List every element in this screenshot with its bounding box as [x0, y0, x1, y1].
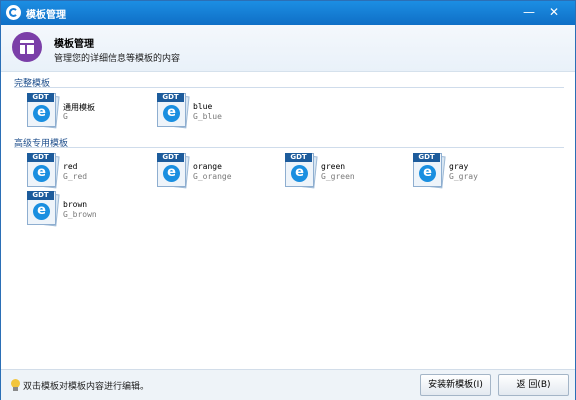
window-title: 模板管理 — [26, 10, 66, 21]
lightbulb-icon — [11, 379, 20, 391]
footer-bar: 双击模板对模板内容进行编辑。 安装新模板(I) 返 回(B) — [1, 369, 575, 400]
gdt-template-icon: GDT e — [25, 153, 60, 189]
template-item[interactable]: GDT e green G_green — [283, 153, 403, 189]
template-name: gray — [449, 162, 469, 171]
template-name: orange — [193, 162, 222, 171]
section-divider — [14, 87, 564, 88]
title-bar[interactable]: 模板管理 — ✕ — [1, 1, 575, 25]
header-title: 模板管理 — [54, 39, 94, 50]
close-button[interactable]: ✕ — [546, 4, 562, 20]
template-code: G_orange — [193, 172, 232, 181]
gdt-template-icon: GDT e — [155, 153, 190, 189]
template-manager-window: 模板管理 — ✕ 模板管理 管理您的详细信息等模板的内容 完整模板 GDT e … — [0, 0, 576, 400]
template-code: G_blue — [193, 112, 222, 121]
template-code: G — [63, 112, 68, 121]
template-layout-icon — [12, 32, 42, 62]
section-divider — [14, 147, 564, 148]
template-name: green — [321, 162, 346, 171]
template-name: brown — [63, 200, 88, 209]
gdt-template-icon: GDT e — [25, 191, 60, 227]
app-logo-icon — [6, 5, 21, 20]
header-panel: 模板管理 管理您的详细信息等模板的内容 — [1, 25, 575, 72]
template-code: G_red — [63, 172, 88, 181]
template-item[interactable]: GDT e orange G_orange — [155, 153, 275, 189]
minimize-button[interactable]: — — [521, 4, 537, 20]
template-item[interactable]: GDT e 通用模板 G — [25, 93, 145, 129]
template-item[interactable]: GDT e brown G_brown — [25, 191, 145, 227]
template-code: G_gray — [449, 172, 478, 181]
template-code: G_brown — [63, 210, 97, 219]
gdt-template-icon: GDT e — [283, 153, 318, 189]
template-item[interactable]: GDT e red G_red — [25, 153, 145, 189]
header-subtitle: 管理您的详细信息等模板的内容 — [54, 54, 181, 64]
install-template-button[interactable]: 安装新模板(I) — [420, 374, 491, 396]
template-item[interactable]: GDT e gray G_gray — [411, 153, 531, 189]
footer-hint: 双击模板对模板内容进行编辑。 — [23, 382, 150, 392]
template-name: red — [63, 162, 78, 171]
gdt-template-icon: GDT e — [411, 153, 446, 189]
back-button[interactable]: 返 回(B) — [498, 374, 569, 396]
template-name: blue — [193, 102, 213, 111]
gdt-template-icon: GDT e — [25, 93, 60, 129]
template-code: G_green — [321, 172, 355, 181]
gdt-template-icon: GDT e — [155, 93, 190, 129]
template-item[interactable]: GDT e blue G_blue — [155, 93, 275, 129]
